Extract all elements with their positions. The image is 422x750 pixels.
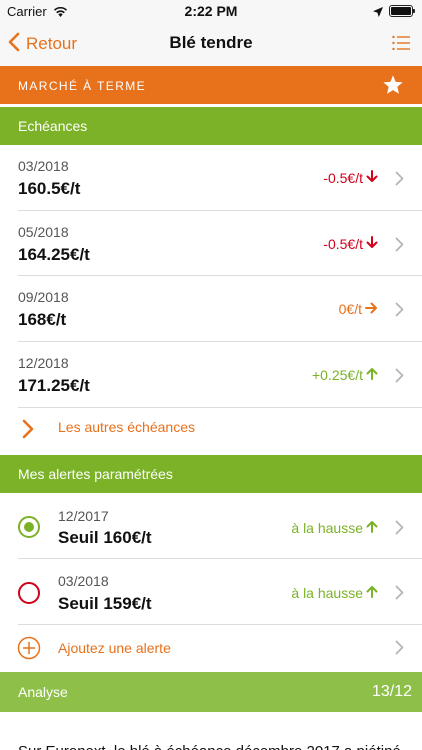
analyse-header-label: Analyse (18, 684, 68, 700)
change-value: 0€/t (338, 301, 362, 317)
battery-icon (389, 5, 415, 17)
echeance-price: 171.25€/t (18, 376, 90, 395)
list-icon[interactable] (392, 35, 410, 56)
chevron-right-icon (395, 368, 404, 388)
chevron-right-icon (395, 640, 404, 660)
alert-row[interactable]: 12/2017 Seuil 160€/t à la hausse (0, 493, 422, 559)
echeance-change: +0.25€/t (312, 367, 378, 383)
navigation-bar: Retour Blé tendre (0, 22, 422, 66)
alert-direction-label: à la hausse (291, 585, 363, 601)
more-echeances-link[interactable]: Les autres échéances (0, 409, 422, 453)
chevron-right-icon (22, 419, 34, 444)
alert-direction: à la hausse (291, 520, 378, 536)
arrow-up-icon (366, 367, 378, 383)
plus-circle-icon (17, 636, 41, 665)
alerts-header-label: Mes alertes paramétrées (18, 466, 173, 482)
more-echeances-label: Les autres échéances (58, 419, 195, 435)
analyse-date: 13/12 (371, 683, 412, 700)
chevron-right-icon (395, 302, 404, 322)
chevron-right-icon (395, 585, 404, 605)
chevron-right-icon (395, 237, 404, 257)
echeance-row[interactable]: 09/2018 168€/t 0€/t (0, 276, 422, 342)
row-divider (18, 407, 422, 408)
echeance-row[interactable]: 03/2018 160.5€/t -0.5€/t (0, 145, 422, 211)
arrow-right-icon (365, 301, 378, 317)
echeance-price: 164.25€/t (18, 245, 90, 264)
alert-date: 03/2018 (58, 573, 109, 589)
alert-direction-label: à la hausse (291, 520, 363, 536)
analysis-text: Sur Euronext, le blé à échéance décembre… (18, 742, 408, 750)
echeance-date: 09/2018 (18, 289, 69, 305)
arrow-up-icon (366, 585, 378, 601)
chevron-right-icon (395, 171, 404, 191)
change-value: -0.5€/t (323, 236, 363, 252)
echeance-date: 03/2018 (18, 158, 69, 174)
alerts-header: Mes alertes paramétrées (0, 455, 422, 493)
add-alert-label: Ajoutez une alerte (58, 640, 171, 656)
page-title: Blé tendre (169, 33, 253, 52)
clock: 2:22 PM (184, 3, 238, 19)
change-value: +0.25€/t (312, 367, 363, 383)
row-divider (18, 624, 422, 625)
alert-toggle-active[interactable] (18, 516, 40, 538)
alert-toggle-inactive[interactable] (18, 582, 40, 604)
echeance-change: -0.5€/t (323, 170, 378, 186)
echeance-date: 05/2018 (18, 224, 69, 240)
echeances-header: Echéances (0, 107, 422, 145)
market-banner: MARCHÉ À TERME (0, 66, 422, 104)
arrow-up-icon (366, 520, 378, 536)
echeance-date: 12/2018 (18, 355, 69, 371)
alert-row[interactable]: 03/2018 Seuil 159€/t à la hausse (0, 559, 422, 625)
echeance-change: -0.5€/t (323, 236, 378, 252)
banner-title: MARCHÉ À TERME (18, 79, 147, 93)
change-value: -0.5€/t (323, 170, 363, 186)
alert-date: 12/2017 (58, 508, 109, 524)
echeance-change: 0€/t (339, 301, 378, 317)
arrow-down-icon (366, 236, 378, 252)
chevron-right-icon (395, 520, 404, 540)
star-icon[interactable] (382, 74, 404, 101)
alert-direction: à la hausse (291, 585, 378, 601)
arrow-down-icon (366, 170, 378, 186)
add-alert-button[interactable]: Ajoutez une alerte (0, 626, 422, 670)
alert-threshold: Seuil 159€/t (58, 594, 152, 613)
location-arrow-icon (373, 5, 383, 20)
analyse-header[interactable]: Analyse 13/12 (0, 672, 422, 712)
echeances-header-label: Echéances (18, 118, 88, 134)
echeance-price: 160.5€/t (18, 179, 81, 198)
status-bar: Carrier 2:22 PM (0, 0, 422, 22)
alert-threshold: Seuil 160€/t (58, 528, 152, 547)
echeance-row[interactable]: 12/2018 171.25€/t +0.25€/t (0, 342, 422, 408)
echeance-price: 168€/t (18, 310, 67, 329)
echeance-row[interactable]: 05/2018 164.25€/t -0.5€/t (0, 211, 422, 276)
